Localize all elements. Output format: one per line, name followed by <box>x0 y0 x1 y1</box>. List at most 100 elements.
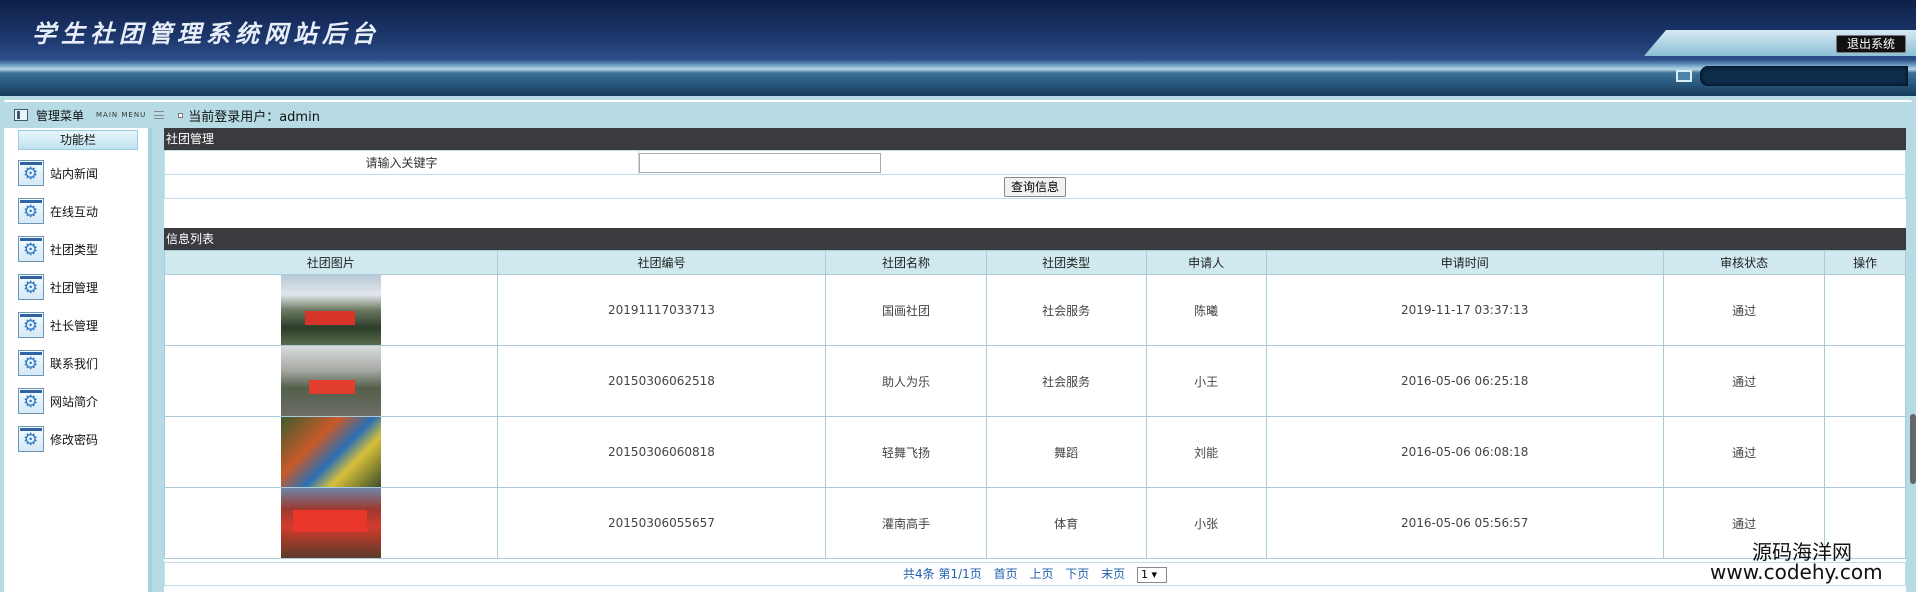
column-header: 社团图片 <box>164 250 498 275</box>
menu-subtitle: MAIN MENU <box>96 111 147 119</box>
sidebar-item-label: 联系我们 <box>50 356 99 371</box>
table-row: 20150306055657 灌南高手 体育 小张 2016-05-06 05:… <box>164 487 1906 559</box>
keyword-cell <box>638 150 1906 175</box>
gear-icon <box>18 312 44 338</box>
sidebar-item-about[interactable]: 网站简介 <box>4 382 148 420</box>
watermark-url: www.codehy.com <box>1710 560 1883 584</box>
sidebar-item-label: 修改密码 <box>50 432 99 447</box>
sidebar-item-change-password[interactable]: 修改密码 <box>4 420 148 458</box>
sidebar-item-label: 网站简介 <box>50 394 99 409</box>
current-user-label: 当前登录用户：admin <box>188 109 320 125</box>
keyword-input[interactable] <box>639 152 881 173</box>
sidebar-item-label: 社长管理 <box>50 318 99 333</box>
last-page-link[interactable]: 末页 <box>1101 567 1125 581</box>
gear-icon <box>18 350 44 376</box>
query-cell: 查询信息 <box>164 174 1906 199</box>
applicant: 小王 <box>1145 345 1267 417</box>
prev-page-link[interactable]: 上页 <box>1029 567 1053 581</box>
page-select[interactable]: 1 ▾ <box>1136 566 1167 583</box>
review-status: 通过 <box>1662 416 1826 488</box>
sidebar-title: 功能栏 <box>18 130 138 150</box>
club-image[interactable] <box>280 417 381 487</box>
club-name: 助人为乐 <box>825 345 987 417</box>
club-table: 社团图片 社团编号 社团名称 社团类型 申请人 申请时间 审核状态 操作 201… <box>164 250 1906 559</box>
column-header: 审核状态 <box>1662 250 1826 275</box>
gear-icon <box>18 236 44 262</box>
club-type: 舞蹈 <box>985 416 1147 488</box>
column-header: 社团类型 <box>985 250 1147 275</box>
gear-icon <box>18 426 44 452</box>
main-content: 社团管理 请输入关键字 查询信息 信息列表 社团图片 社团编号 社团名称 社团类… <box>164 128 1906 592</box>
gear-icon <box>18 388 44 414</box>
club-id: 20150306060818 <box>496 416 827 488</box>
club-type: 社会服务 <box>985 345 1147 417</box>
sidebar-item-club-types[interactable]: 社团类型 <box>4 230 148 268</box>
club-name: 灌南高手 <box>825 487 987 559</box>
review-status: 通过 <box>1662 274 1826 346</box>
column-header: 申请时间 <box>1265 250 1664 275</box>
column-header: 社团编号 <box>496 250 827 275</box>
image-cell <box>164 416 498 488</box>
column-header: 操作 <box>1824 250 1906 275</box>
table-row: 20191117033713 国画社团 社会服务 陈曦 2019-11-17 0… <box>164 274 1906 346</box>
applicant: 小张 <box>1145 487 1267 559</box>
search-form: 请输入关键字 查询信息 <box>164 150 1906 199</box>
club-type: 体育 <box>985 487 1147 559</box>
sidebar-item-label: 社团类型 <box>50 242 99 257</box>
sidebar-item-president-management[interactable]: 社长管理 <box>4 306 148 344</box>
apply-time: 2019-11-17 03:37:13 <box>1265 274 1664 346</box>
scrollbar-handle[interactable] <box>1910 414 1916 484</box>
column-header: 申请人 <box>1145 250 1267 275</box>
review-status: 通过 <box>1662 345 1826 417</box>
query-button[interactable]: 查询信息 <box>1003 176 1066 197</box>
action-cell <box>1824 345 1906 417</box>
sidebar: 功能栏 站内新闻 在线互动 社团类型 社团管理 社长管理 联系我们 网站简介 修… <box>4 128 152 592</box>
club-image[interactable] <box>280 488 381 558</box>
sidebar-item-label: 在线互动 <box>50 204 99 219</box>
menu-panel-icon <box>14 109 28 121</box>
applicant: 陈曦 <box>1145 274 1267 346</box>
apply-time: 2016-05-06 05:56:57 <box>1265 487 1664 559</box>
column-header: 社团名称 <box>825 250 987 275</box>
sidebar-item-club-management[interactable]: 社团管理 <box>4 268 148 306</box>
menu-header: 管理菜单 MAIN MENU 当前登录用户：admin <box>14 105 320 125</box>
action-cell <box>1824 416 1906 488</box>
header-status-bar <box>1700 66 1908 86</box>
club-name: 轻舞飞扬 <box>825 416 987 488</box>
gear-icon <box>18 198 44 224</box>
collapse-lines-icon[interactable] <box>154 111 165 119</box>
table-row: 20150306060818 轻舞飞扬 舞蹈 刘能 2016-05-06 06:… <box>164 416 1906 488</box>
sidebar-item-interaction[interactable]: 在线互动 <box>4 192 148 230</box>
sidebar-item-news[interactable]: 站内新闻 <box>4 154 148 192</box>
menu-title: 管理菜单 <box>36 108 85 123</box>
gear-icon <box>18 160 44 186</box>
bullet-icon <box>178 112 184 118</box>
keyword-label: 请输入关键字 <box>164 150 639 175</box>
table-header-row: 社团图片 社团编号 社团名称 社团类型 申请人 申请时间 审核状态 操作 <box>164 250 1906 275</box>
club-name: 国画社团 <box>825 274 987 346</box>
first-page-link[interactable]: 首页 <box>994 567 1018 581</box>
table-row: 20150306062518 助人为乐 社会服务 小王 2016-05-06 0… <box>164 345 1906 417</box>
image-cell <box>164 487 498 559</box>
page-summary: 共4条 第1/1页 <box>903 567 982 581</box>
club-id: 20150306055657 <box>496 487 827 559</box>
applicant: 刘能 <box>1145 416 1267 488</box>
search-section-title: 社团管理 <box>164 128 1906 150</box>
monitor-icon <box>1676 70 1692 82</box>
image-cell <box>164 274 498 346</box>
sidebar-item-label: 社团管理 <box>50 280 99 295</box>
action-cell <box>1824 274 1906 346</box>
app-title: 学生社团管理系统网站后台 <box>32 19 380 48</box>
next-page-link[interactable]: 下页 <box>1065 567 1089 581</box>
apply-time: 2016-05-06 06:25:18 <box>1265 345 1664 417</box>
club-id: 20191117033713 <box>496 274 827 346</box>
pagination: 共4条 第1/1页 首页 上页 下页 末页 1 ▾ <box>164 562 1906 586</box>
logout-button[interactable]: 退出系统 <box>1836 35 1906 53</box>
gear-icon <box>18 274 44 300</box>
apply-time: 2016-05-06 06:08:18 <box>1265 416 1664 488</box>
sidebar-item-label: 站内新闻 <box>50 166 99 181</box>
club-image[interactable] <box>280 346 381 416</box>
club-image[interactable] <box>280 275 381 345</box>
sidebar-item-contact[interactable]: 联系我们 <box>4 344 148 382</box>
club-id: 20150306062518 <box>496 345 827 417</box>
